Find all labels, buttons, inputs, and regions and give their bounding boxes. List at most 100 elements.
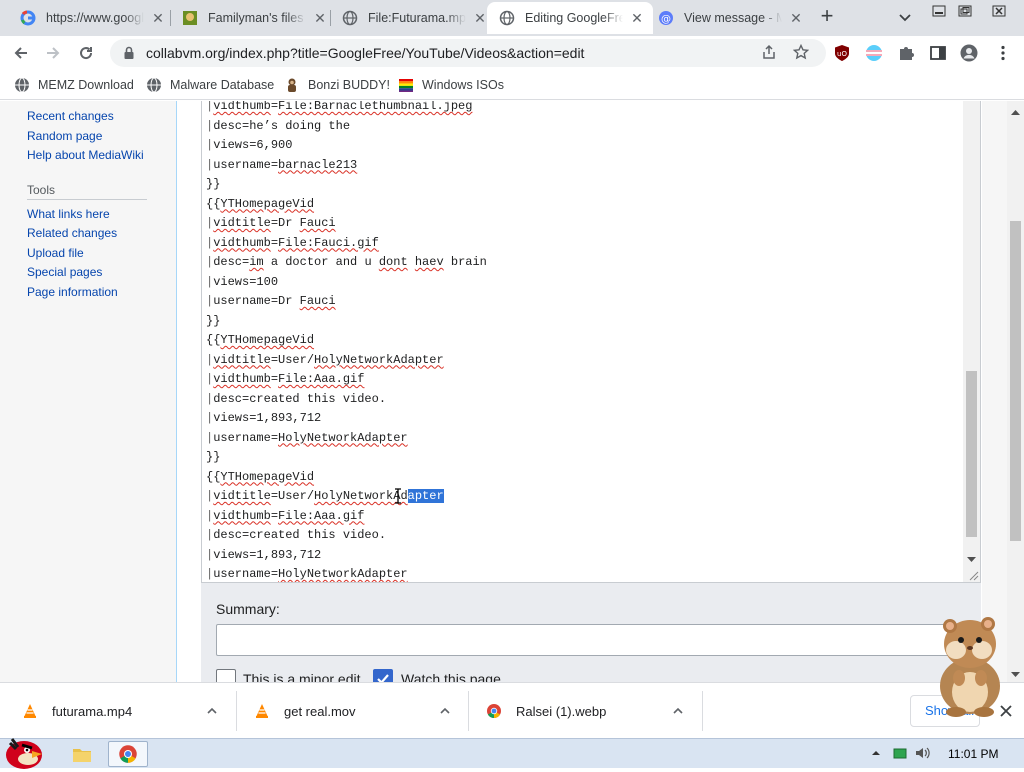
sidebar-link-related-changes[interactable]: Related changes: [27, 226, 117, 240]
wikitext-line[interactable]: |views=1,893,712: [206, 409, 487, 429]
wikitext-line[interactable]: {{YTHomepageVid: [206, 195, 487, 215]
side-panel-icon[interactable]: [929, 44, 947, 62]
chevron-up-icon[interactable]: [439, 705, 451, 720]
bookmark-bonzi[interactable]: Bonzi BUDDY!: [284, 75, 390, 95]
wikitext-line[interactable]: |views=6,900: [206, 136, 487, 156]
close-icon[interactable]: ✕: [788, 10, 804, 26]
wikitext-line[interactable]: |desc=created this video.: [206, 390, 487, 410]
url-text[interactable]: collabvm.org/index.php?title=GoogleFree/…: [146, 45, 584, 61]
bonzi-hamster-icon[interactable]: [926, 612, 1010, 718]
globe-icon: [14, 77, 30, 93]
wikitext-line[interactable]: |desc=im a doctor and u dont haev brain: [206, 253, 487, 273]
editor-scrollbar[interactable]: [963, 101, 980, 582]
chevron-up-icon[interactable]: [206, 705, 218, 720]
scroll-up-arrow-icon[interactable]: [1011, 105, 1020, 115]
address-bar[interactable]: collabvm.org/index.php?title=GoogleFree/…: [110, 39, 826, 67]
bookmark-memz[interactable]: MEMZ Download: [14, 75, 134, 95]
tab-google[interactable]: https://www.google.com/ ✕: [8, 2, 174, 34]
restore-icon[interactable]: [948, 0, 982, 22]
wikitext-token: views=6,900: [213, 138, 293, 152]
wikitext-line[interactable]: |vidtitle=User/HolyNetworkAdapter: [206, 351, 487, 371]
tab-editing[interactable]: Editing GoogleFree/YouTube ✕: [487, 2, 653, 34]
tab-search-icon[interactable]: [896, 8, 914, 26]
back-icon[interactable]: [8, 40, 34, 66]
close-icon[interactable]: ✕: [150, 10, 166, 26]
wikitext-line[interactable]: |vidthumb=File:Aaa.gif: [206, 370, 487, 390]
scroll-down-arrow-icon[interactable]: [1011, 667, 1020, 677]
wikitext-line[interactable]: |views=1,893,712: [206, 546, 487, 566]
watch-page-checkbox[interactable]: [373, 669, 393, 682]
share-icon[interactable]: [758, 41, 780, 63]
sidebar-link-what-links-here[interactable]: What links here: [27, 207, 110, 221]
minor-edit-label[interactable]: This is a minor edit: [243, 671, 360, 682]
wikitext-line[interactable]: }}: [206, 448, 487, 468]
tab-title: Familyman's files: [208, 11, 304, 25]
download-item[interactable]: get real.mov: [254, 683, 356, 739]
angry-bird-start-icon[interactable]: [2, 733, 48, 769]
wikitext-line[interactable]: |username=Dr Fauci: [206, 292, 487, 312]
bookmark-malware-db[interactable]: Malware Database: [146, 75, 274, 95]
wikitext-line[interactable]: }}: [206, 312, 487, 332]
resize-grip-icon[interactable]: [967, 569, 979, 581]
summary-input[interactable]: [216, 624, 956, 656]
wikitext-line[interactable]: |vidtitle=Dr Fauci: [206, 214, 487, 234]
forward-icon[interactable]: [40, 40, 66, 66]
tab-futurama-file[interactable]: File:Futurama.mp4 ✕: [330, 2, 496, 34]
reload-icon[interactable]: [73, 40, 99, 66]
wikitext-line[interactable]: |vidthumb=File:Aaa.gif: [206, 507, 487, 527]
taskbar-clock[interactable]: 11:01 PM: [948, 747, 998, 761]
tray-expand-icon[interactable]: [868, 745, 884, 761]
wikitext-token: YTHomepageVid: [220, 469, 315, 484]
trans-flag-icon[interactable]: [865, 44, 883, 62]
editor-scrollbar-thumb[interactable]: [966, 371, 977, 537]
close-window-icon[interactable]: [982, 0, 1016, 22]
wikitext-line[interactable]: |desc=he’s doing the: [206, 117, 487, 137]
battery-icon[interactable]: [892, 745, 908, 761]
page-scrollbar-thumb[interactable]: [1010, 221, 1021, 541]
sidebar-link-random-page[interactable]: Random page: [27, 129, 102, 143]
extensions-puzzle-icon[interactable]: [897, 44, 915, 62]
wikitext-content[interactable]: |vidthumb=File:Barnaclethumbnail.jpeg |de…: [206, 101, 487, 582]
page-scrollbar[interactable]: [1007, 101, 1024, 682]
kebab-menu-icon[interactable]: [994, 44, 1012, 62]
wikitext-line[interactable]: |username=barnacle213: [206, 156, 487, 176]
chevron-up-icon[interactable]: [672, 705, 684, 720]
wikitext-line[interactable]: |desc=created this video.: [206, 526, 487, 546]
wikitext-line[interactable]: |views=100: [206, 273, 487, 293]
sidebar-link-help[interactable]: Help about MediaWiki: [27, 148, 144, 162]
wikitext-line[interactable]: |vidthumb=File:Barnaclethumbnail.jpeg: [206, 101, 487, 117]
watch-page-label[interactable]: Watch this page: [401, 671, 501, 682]
close-icon[interactable]: ✕: [312, 10, 328, 26]
download-item[interactable]: futurama.mp4: [22, 683, 132, 739]
wikitext-token: desc=created this video.: [213, 391, 387, 406]
sidebar-link-page-information[interactable]: Page information: [27, 285, 118, 299]
sidebar-link-special-pages[interactable]: Special pages: [27, 265, 102, 279]
wikitext-line[interactable]: {{YTHomepageVid: [206, 331, 487, 351]
bookmark-windows-isos[interactable]: Windows ISOs: [398, 75, 504, 95]
minor-edit-checkbox[interactable]: [216, 669, 236, 682]
wikitext-line[interactable]: {{YTHomepageVid: [206, 468, 487, 488]
wikitext-line[interactable]: |vidtitle=User/HolyNetworkAdapter: [206, 487, 487, 507]
wikitext-line[interactable]: }}: [206, 175, 487, 195]
tab-familyman[interactable]: Familyman's files ✕: [170, 2, 336, 34]
lock-icon[interactable]: [122, 46, 136, 60]
profile-avatar-icon[interactable]: [960, 44, 978, 62]
close-icon[interactable]: ✕: [629, 10, 645, 26]
volume-icon[interactable]: [914, 745, 930, 761]
sidebar-link-upload-file[interactable]: Upload file: [27, 246, 84, 260]
wikitext-line[interactable]: |vidthumb=File:Fauci.gif: [206, 234, 487, 254]
sidebar-link-recent-changes[interactable]: Recent changes: [27, 109, 114, 123]
wikitext-line[interactable]: |username=HolyNetworkAdapter: [206, 429, 487, 449]
download-item[interactable]: Ralsei (1).webp: [486, 683, 606, 739]
new-tab-button[interactable]: +: [816, 5, 838, 28]
wikitext-token: username=: [213, 430, 279, 445]
explorer-folder-icon[interactable]: [62, 741, 102, 767]
close-icon[interactable]: ✕: [472, 10, 488, 26]
wikitext-line[interactable]: |username=HolyNetworkAdapter: [206, 565, 487, 582]
chrome-taskbar-icon[interactable]: [108, 741, 148, 767]
bookmark-star-icon[interactable]: [790, 41, 812, 63]
ublock-icon[interactable]: uO: [833, 44, 851, 62]
scroll-down-arrow-icon[interactable]: [967, 552, 976, 562]
wikitext-editor[interactable]: |vidthumb=File:Barnaclethumbnail.jpeg |de…: [201, 101, 981, 583]
tab-mail[interactable]: @ View message - Mail ✕: [646, 2, 812, 34]
